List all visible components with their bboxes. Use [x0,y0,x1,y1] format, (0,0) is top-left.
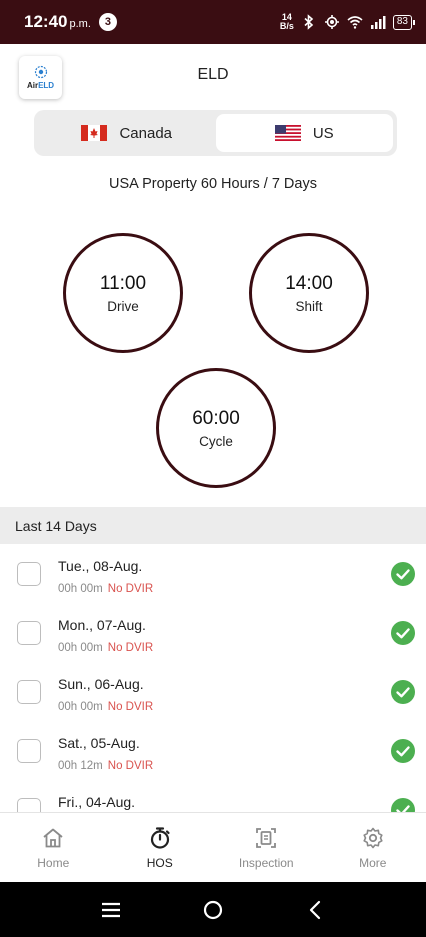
status-bar: 12:40 p.m. 3 14 B/s 83 [0,0,426,44]
day-checkbox[interactable] [17,798,41,812]
status-icons: 14 B/s 83 [279,12,416,31]
cycle-timer: 60:00 Cycle [156,368,276,488]
nav-item-more[interactable]: More [320,813,426,882]
battery-indicator: 83 [392,14,416,30]
shift-timer: 14:00 Shift [249,233,369,353]
app-header: AirELD ELD [0,44,426,106]
day-duration: 00h 12m [58,760,103,772]
dvir-status: No DVIR [107,642,154,654]
day-duration: 00h 00m [58,583,103,595]
day-meta: 00h 00m No DVIR [58,701,153,713]
day-date: Sat., 05-Aug. [58,735,140,751]
location-icon [324,15,339,29]
day-checkbox[interactable] [17,562,41,586]
section-header-last-14-days: Last 14 Days [0,507,426,544]
nav-label: Inspection [238,855,294,870]
notification-badge: 3 [98,13,117,31]
circle-home-icon [203,900,223,919]
region-selector: Canada US [34,110,397,156]
airELD-logo: AirELD [19,56,62,99]
day-duration: 00h 00m [58,642,103,654]
region-option-us[interactable]: US [215,114,393,152]
day-meta: 00h 12m No DVIR [58,760,153,772]
us-flag-icon [274,125,301,141]
check-circle-icon [391,621,415,645]
day-checkbox[interactable] [17,621,41,645]
drive-timer: 11:00 Drive [63,233,183,353]
list-item[interactable]: Tue., 08-Aug. 00h 00m No DVIR [0,544,426,603]
back-chevron-icon [309,900,321,919]
canada-flag-icon [81,125,108,141]
day-meta: 00h 00m No DVIR [58,642,153,654]
nav-label: HOS [146,855,173,870]
home-system-button[interactable] [202,899,224,921]
signal-icon [370,16,386,29]
check-circle-icon [391,562,415,586]
wifi-icon [347,16,363,29]
system-nav-bar [0,882,426,937]
day-date: Mon., 07-Aug. [58,617,146,633]
logo-mark-icon [34,65,47,79]
nav-item-inspection[interactable]: Inspection [213,813,320,882]
recent-apps-button[interactable] [100,899,122,921]
dvir-status: No DVIR [107,701,154,713]
stopwatch-icon [150,826,170,849]
nav-item-hos[interactable]: HOS [107,813,214,882]
region-option-canada[interactable]: Canada [38,114,216,152]
logo-text: AirELD [26,81,55,90]
nav-label: More [359,855,387,870]
days-list[interactable]: Tue., 08-Aug. 00h 00m No DVIR Mon., 07-Au… [0,544,426,812]
dvir-status: No DVIR [107,583,154,595]
day-date: Tue., 08-Aug. [58,558,143,574]
timer-value: 11:00 [99,272,147,294]
list-item[interactable]: Sat., 05-Aug. 00h 12m No DVIR [0,721,426,780]
check-circle-icon [391,680,415,704]
list-item[interactable]: Fri., 04-Aug. [0,780,426,812]
menu-icon [102,902,120,917]
day-checkbox[interactable] [17,680,41,704]
nav-item-home[interactable]: Home [0,813,107,882]
gear-icon [363,827,383,848]
timer-value: 60:00 [192,407,240,429]
timer-label: Shift [295,298,323,314]
timer-label: Drive [107,298,139,314]
network-speed: 14 B/s [279,12,294,31]
day-duration: 00h 00m [58,701,103,713]
status-time: 12:40 p.m. [24,12,91,31]
home-icon [43,828,63,847]
dvir-status: No DVIR [107,760,154,772]
region-option-label: US [312,124,334,142]
check-circle-icon [391,739,415,763]
bluetooth-icon [304,14,314,30]
day-meta: 00h 00m No DVIR [58,583,153,595]
back-system-button[interactable] [304,899,326,921]
timer-label: Cycle [199,433,233,449]
day-date: Fri., 04-Aug. [58,794,136,810]
region-option-label: Canada [119,124,173,142]
timer-value: 14:00 [285,272,333,294]
nav-label: Home [37,855,70,870]
day-date: Sun., 06-Aug. [58,676,144,692]
check-circle-icon [391,798,415,812]
bottom-nav: Home HOS Inspection More [0,812,426,882]
list-item[interactable]: Mon., 07-Aug. 00h 00m No DVIR [0,603,426,662]
ruleset-label: USA Property 60 Hours / 7 Days [109,176,317,192]
day-checkbox[interactable] [17,739,41,763]
list-item[interactable]: Sun., 06-Aug. 00h 00m No DVIR [0,662,426,721]
inspection-icon [256,827,277,848]
page-title: ELD [197,66,229,83]
